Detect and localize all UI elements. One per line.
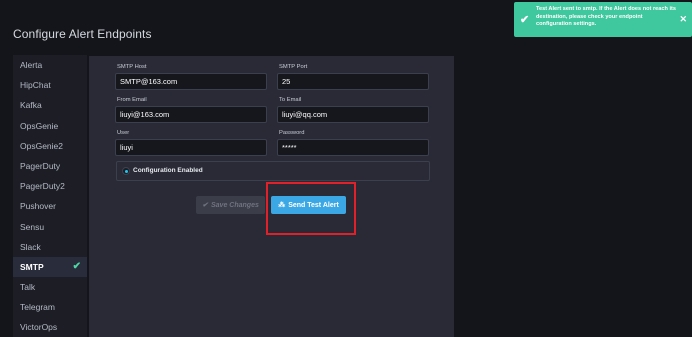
user-label: User (117, 130, 130, 136)
radio-checked-icon[interactable] (122, 167, 130, 175)
from-email-input[interactable] (115, 106, 267, 123)
configuration-enabled-toggle[interactable]: Configuration Enabled (116, 161, 430, 181)
sidebar-item-smtp[interactable]: SMTP ✔ (13, 256, 87, 278)
to-email-label: To Email (279, 97, 302, 103)
sidebar-item-telegram[interactable]: Telegram (13, 297, 87, 317)
sidebar-item-label: VictorOps (20, 322, 58, 333)
sidebar-item-pushover[interactable]: Pushover (13, 196, 87, 216)
sidebar-item-sensu[interactable]: Sensu (13, 217, 87, 237)
sidebar-item-label: Alerta (20, 60, 43, 70)
from-email-label: From Email (117, 97, 147, 103)
annotation-highlight-box (266, 182, 356, 235)
sidebar-item-kafka[interactable]: Kafka (13, 95, 87, 115)
password-label: Password (279, 130, 305, 136)
close-icon[interactable]: ✕ (679, 14, 687, 25)
save-changes-label: Save Changes (211, 201, 259, 209)
sidebar-item-label: PagerDuty (20, 160, 61, 171)
smtp-host-input[interactable] (115, 73, 267, 90)
sidebar-item-pagerduty2[interactable]: PagerDuty2 (13, 176, 87, 196)
page-title: Configure Alert Endpoints (13, 27, 152, 41)
configuration-enabled-label: Configuration Enabled (133, 167, 203, 174)
check-icon: ✔ (72, 260, 81, 272)
sidebar-item-label: Kafka (20, 100, 42, 111)
smtp-port-input[interactable] (277, 73, 429, 90)
sidebar-item-pagerduty[interactable]: PagerDuty (13, 156, 87, 176)
sidebar-item-label: HipChat (20, 80, 51, 91)
sidebar-item-slack[interactable]: Slack (13, 237, 87, 257)
sidebar-item-talk[interactable]: Talk (13, 277, 87, 297)
sidebar-item-label: Sensu (20, 221, 45, 232)
sidebar-item-opsgenie[interactable]: OpsGenie (13, 116, 87, 136)
sidebar-item-label: Slack (20, 241, 41, 252)
sidebar-item-label: PagerDuty2 (20, 181, 65, 192)
sidebar-item-label: OpsGenie2 (20, 140, 63, 151)
sidebar-item-label: OpsGenie (20, 120, 59, 131)
to-email-input[interactable] (277, 106, 429, 123)
success-toast: ✔ Test Alert sent to smtp. If the Alert … (514, 2, 692, 37)
sidebar-item-label: SMTP (20, 261, 44, 272)
sidebar-item-opsgenie2[interactable]: OpsGenie2 (13, 136, 87, 156)
user-input[interactable] (115, 139, 267, 156)
toast-message: Test Alert sent to smtp. If the Alert do… (536, 6, 676, 28)
check-icon: ✔ (202, 202, 208, 209)
sidebar-item-label: Telegram (20, 302, 55, 313)
check-icon: ✔ (520, 14, 530, 26)
password-input[interactable] (277, 139, 429, 156)
endpoint-sidebar: Alerta HipChat Kafka OpsGenie OpsGenie2 … (13, 55, 87, 337)
sidebar-item-hipchat[interactable]: HipChat (13, 75, 87, 95)
smtp-port-label: SMTP Port (279, 64, 308, 70)
smtp-host-label: SMTP Host (117, 64, 147, 70)
sidebar-item-alerta[interactable]: Alerta (13, 55, 87, 75)
sidebar-item-label: Pushover (20, 201, 56, 212)
sidebar-item-label: Talk (20, 282, 36, 293)
sidebar-item-victorops[interactable]: VictorOps (13, 317, 87, 337)
save-changes-button[interactable]: ✔ Save Changes (196, 196, 265, 214)
